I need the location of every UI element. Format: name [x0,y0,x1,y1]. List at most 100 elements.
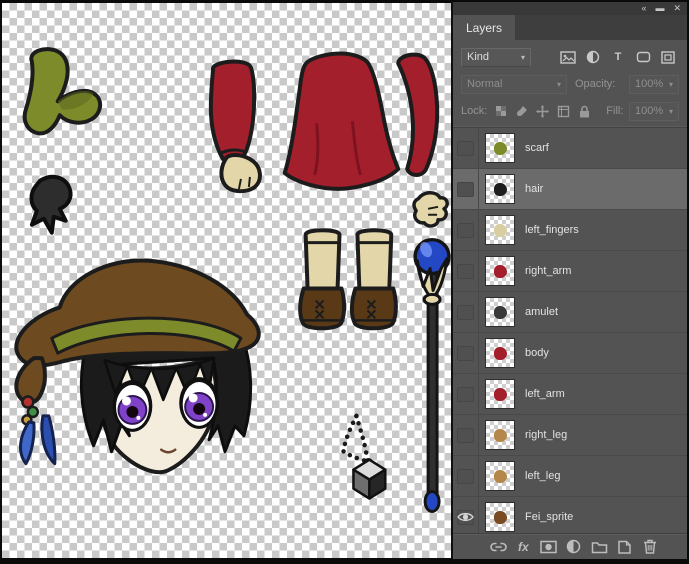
hat-tip-art [16,358,45,402]
layer-thumbnail[interactable] [485,215,515,245]
layer-thumbnail[interactable] [485,461,515,491]
layer-list: scarf hair left_fingers [453,128,687,538]
visibility-toggle[interactable] [453,497,479,537]
layer-thumbnail[interactable] [485,256,515,286]
layer-name: right_leg [525,429,567,441]
layer-style-fx-icon[interactable]: fx [512,537,534,556]
layer-row[interactable]: hair [453,169,687,210]
tab-layers[interactable]: Layers [453,15,515,40]
thumbnail-content [494,183,507,196]
glove-art [31,177,70,233]
link-layers-icon[interactable] [487,537,509,556]
thumbnail-content [494,306,507,319]
layer-row[interactable]: right_arm [453,251,687,292]
character-head-art [16,260,258,472]
bead-red [22,396,33,407]
layer-name: body [525,347,549,359]
layer-row[interactable]: amulet [453,292,687,333]
layer-name: left_arm [525,388,565,400]
visibility-box [457,182,474,197]
thumbnail-content [494,388,507,401]
adjustment-layer-filter-icon[interactable] [582,48,604,67]
fill-input[interactable]: 100% ▾ [629,102,679,121]
layer-thumbnail[interactable] [485,133,515,163]
opacity-input[interactable]: 100% ▾ [629,75,679,94]
staff-art [415,240,449,512]
body-art [285,54,398,189]
visibility-toggle[interactable] [453,128,479,168]
new-group-folder-icon[interactable] [588,537,610,556]
kind-filter-select[interactable]: Kind ▾ [461,48,531,67]
visibility-toggle[interactable] [453,333,479,373]
sprite-artwork [2,3,451,558]
lock-artboard-icon[interactable] [556,102,571,121]
layer-thumbnail[interactable] [485,420,515,450]
smart-object-filter-icon[interactable] [657,48,679,67]
layer-name: left_fingers [525,224,579,236]
layer-row[interactable]: body [453,333,687,374]
caret-down-icon: ▾ [517,53,525,62]
collapse-panel-icon[interactable]: « [641,2,646,15]
legs-art [300,230,396,328]
type-layer-filter-icon[interactable]: T [607,48,629,67]
minimize-icon[interactable]: ▬ [655,2,664,15]
thumbnail-content [494,224,507,237]
tab-layers-label: Layers [466,21,502,35]
caret-down-icon: ▾ [665,107,673,116]
layer-thumbnail[interactable] [485,502,515,532]
fill-value: 100% [635,105,663,117]
close-icon[interactable]: ✕ [673,2,681,15]
visibility-box [457,141,474,156]
layer-thumbnail[interactable] [485,379,515,409]
caret-down-icon: ▾ [665,80,673,89]
layer-row[interactable]: left_arm [453,374,687,415]
thumbnail-content [494,347,507,360]
thumbnail-content [494,429,507,442]
delete-layer-trash-icon[interactable] [639,537,661,556]
layer-thumbnail[interactable] [485,338,515,368]
visibility-box [457,346,474,361]
layer-row[interactable]: left_fingers [453,210,687,251]
layer-controls: Kind ▾ T [453,40,687,128]
layer-name: hair [525,183,543,195]
visibility-box [457,264,474,279]
fill-label: Fill: [606,105,623,117]
layer-row[interactable]: left_leg [453,456,687,497]
scarf-art [25,49,100,133]
feather-art [20,422,34,464]
add-layer-mask-icon[interactable] [538,537,560,556]
lock-label: Lock: [461,105,487,117]
lock-transparency-icon[interactable] [493,102,508,121]
thumbnail-content [494,511,507,524]
opacity-label: Opacity: [575,78,615,90]
layer-row[interactable]: Fei_sprite [453,497,687,538]
layers-panel: « ▬ ✕ Layers Kind ▾ [451,2,687,559]
thumbnail-content [494,265,507,278]
layer-row[interactable]: scarf [453,128,687,169]
layer-thumbnail[interactable] [485,297,515,327]
pixel-layer-filter-icon[interactable] [557,48,579,67]
blend-mode-select[interactable]: Normal ▾ [461,75,567,94]
visibility-toggle[interactable] [453,374,479,414]
thumbnail-content [494,470,507,483]
layer-name: left_leg [525,470,560,482]
document-canvas[interactable] [2,3,451,558]
layer-name: scarf [525,142,549,154]
shape-layer-filter-icon[interactable] [632,48,654,67]
lock-position-move-icon[interactable] [535,102,550,121]
new-layer-icon[interactable] [614,537,636,556]
visibility-toggle[interactable] [453,169,479,209]
visibility-toggle[interactable] [453,251,479,291]
visibility-toggle[interactable] [453,292,479,332]
layer-thumbnail[interactable] [485,174,515,204]
panel-header: « ▬ ✕ [453,2,687,15]
visibility-box [457,428,474,443]
layer-name: right_arm [525,265,571,277]
new-adjustment-layer-icon[interactable] [563,537,585,556]
lock-pixels-brush-icon[interactable] [514,102,529,121]
layer-row[interactable]: right_leg [453,415,687,456]
lock-all-padlock-icon[interactable] [577,102,592,121]
visibility-toggle[interactable] [453,456,479,496]
visibility-toggle[interactable] [453,210,479,250]
visibility-toggle[interactable] [453,415,479,455]
